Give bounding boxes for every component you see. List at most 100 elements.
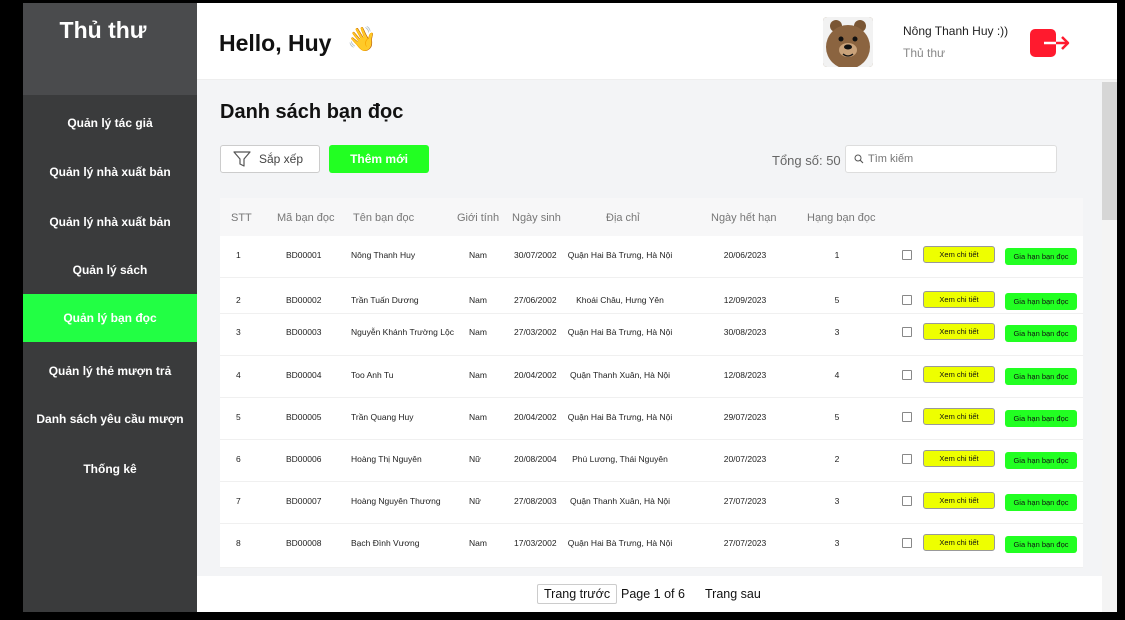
column-header-reader-name: Tên bạn đọc (353, 212, 415, 224)
renew-reader-button[interactable]: Gia hạn bạn đọc (1005, 293, 1077, 310)
wave-icon: 👋 (347, 26, 377, 53)
page-scrollbar[interactable] (1102, 80, 1117, 612)
cell-rank: 3 (834, 496, 840, 506)
column-header-birthdate: Ngày sinh (512, 212, 561, 224)
row-checkbox[interactable] (902, 496, 912, 506)
table-row: 2 BD00002 Trần Tuấn Dương Nam 27/06/2002 Khoá… (220, 278, 1083, 314)
row-checkbox[interactable] (902, 327, 912, 337)
cell-rank: 5 (834, 295, 840, 305)
cell-address: Quận Hai Bà Trưng, Hà Nội (567, 538, 673, 548)
avatar[interactable] (823, 17, 873, 67)
sidebar-item-authors[interactable]: Quản lý tác giả (23, 99, 197, 147)
sidebar: Thủ thư Quản lý tác giả Quản lý nhà xuất… (23, 3, 197, 612)
app-window: Thủ thư Quản lý tác giả Quản lý nhà xuất… (23, 3, 1117, 612)
cell-reader-name: Bạch Đình Vương (351, 538, 420, 548)
cell-reader-id: BD00003 (286, 327, 322, 337)
cell-reader-id: BD00004 (286, 370, 322, 380)
cell-expiry: 20/06/2023 (723, 250, 767, 260)
cell-address: Khoái Châu, Hưng Yên (576, 295, 664, 305)
view-details-button[interactable]: Xem chi tiết (923, 534, 995, 551)
table-row: 8 BD00008 Bạch Đình Vương Nam 17/03/2002 Quận… (220, 524, 1083, 568)
renew-reader-button[interactable]: Gia hạn bạn đọc (1005, 248, 1077, 265)
cell-rank: 3 (834, 327, 840, 337)
sort-button-label: Sắp xếp (259, 152, 304, 166)
renew-reader-button[interactable]: Gia hạn bạn đọc (1005, 452, 1077, 469)
add-reader-button[interactable]: Thêm mới (329, 145, 429, 173)
logout-icon (1030, 29, 1070, 57)
cell-reader-name: Nguyễn Khánh Trường Lộc (351, 327, 454, 337)
cell-expiry: 29/07/2023 (723, 412, 767, 422)
sidebar-item-loan-cards[interactable]: Quản lý thẻ mượn trả (23, 347, 197, 395)
cell-stt: 1 (236, 250, 241, 260)
view-details-button[interactable]: Xem chi tiết (923, 246, 995, 263)
cell-address: Quận Thanh Xuân, Hà Nội (569, 496, 671, 506)
view-details-button[interactable]: Xem chi tiết (923, 291, 995, 308)
renew-reader-button[interactable]: Gia hạn bạn đọc (1005, 536, 1077, 553)
sidebar-item-publishers-2[interactable]: Quản lý nhà xuất bản (23, 198, 197, 246)
cell-gender: Nữ (469, 496, 481, 506)
page-title: Danh sách bạn đọc (220, 101, 404, 123)
row-checkbox[interactable] (902, 412, 912, 422)
user-name: Nông Thanh Huy :)) (903, 24, 1009, 38)
view-details-button[interactable]: Xem chi tiết (923, 323, 995, 340)
cell-stt: 6 (236, 454, 241, 464)
column-header-reader-id: Mã bạn đọc (277, 212, 335, 224)
table-header: STT Mã bạn đọc Tên bạn đọc Giới tính Ngà… (220, 198, 1083, 236)
cell-rank: 4 (834, 370, 840, 380)
sidebar-item-readers[interactable]: Quản lý bạn đọc (23, 294, 197, 342)
cell-gender: Nam (469, 250, 487, 260)
cell-gender: Nam (469, 295, 487, 305)
column-header-address: Địa chỉ (606, 212, 640, 224)
sidebar-item-publishers[interactable]: Quản lý nhà xuất bản (23, 148, 197, 196)
cell-gender: Nam (469, 538, 487, 548)
sidebar-item-borrow-requests[interactable]: Danh sách yêu cầu mượn (23, 395, 197, 443)
row-checkbox[interactable] (902, 454, 912, 464)
cell-gender: Nam (469, 327, 487, 337)
cell-stt: 3 (236, 327, 241, 337)
view-details-button[interactable]: Xem chi tiết (923, 366, 995, 383)
column-header-gender: Giới tính (457, 212, 500, 224)
column-header-expiry: Ngày hết hạn (711, 212, 777, 224)
row-checkbox[interactable] (902, 370, 912, 380)
cell-stt: 8 (236, 538, 241, 548)
logout-button[interactable] (1030, 28, 1072, 58)
row-checkbox[interactable] (902, 295, 912, 305)
cell-reader-name: Nông Thanh Huy (351, 250, 416, 260)
search-input[interactable] (868, 153, 1048, 165)
sort-button[interactable]: Sắp xếp (220, 145, 320, 173)
funnel-icon (233, 151, 251, 167)
next-page-button[interactable]: Trang sau (702, 584, 764, 604)
renew-reader-button[interactable]: Gia hạn bạn đọc (1005, 368, 1077, 385)
row-checkbox[interactable] (902, 538, 912, 548)
cell-rank: 1 (834, 250, 840, 260)
scrollbar-thumb[interactable] (1102, 82, 1117, 220)
greeting-text: Hello, Huy (219, 30, 332, 56)
cell-reader-name: Hoàng Nguyên Thương (351, 496, 441, 506)
view-details-button[interactable]: Xem chi tiết (923, 408, 995, 425)
renew-reader-button[interactable]: Gia hạn bạn đọc (1005, 410, 1077, 427)
column-header-stt: STT (231, 212, 252, 224)
cell-reader-id: BD00008 (286, 538, 322, 548)
row-checkbox[interactable] (902, 250, 912, 260)
prev-page-button[interactable]: Trang trước (537, 584, 618, 604)
cell-stt: 2 (236, 295, 241, 305)
cell-rank: 5 (834, 412, 840, 422)
cell-reader-id: BD00005 (286, 412, 322, 422)
cell-reader-name: Trần Quang Huy (351, 412, 414, 422)
renew-reader-button[interactable]: Gia hạn bạn đọc (1005, 494, 1077, 511)
sidebar-item-books[interactable]: Quản lý sách (23, 246, 197, 294)
cell-gender: Nam (469, 370, 487, 380)
search-box[interactable] (845, 145, 1057, 173)
cell-reader-id: BD00001 (286, 250, 322, 260)
brand-title: Thủ thư (59, 17, 147, 43)
cell-expiry: 12/08/2023 (723, 370, 767, 380)
cell-rank: 2 (834, 454, 840, 464)
view-details-button[interactable]: Xem chi tiết (923, 492, 995, 509)
cell-address: Quận Hai Bà Trưng, Hà Nội (567, 412, 673, 422)
sidebar-item-statistics[interactable]: Thống kê (23, 445, 197, 493)
renew-reader-button[interactable]: Gia hạn bạn đọc (1005, 325, 1077, 342)
table-row: 4 BD00004 Too Anh Tu Nam 20/04/2002 Quận Than… (220, 356, 1083, 398)
table-row: 7 BD00007 Hoàng Nguyên Thương Nữ 27/08/2003 Q… (220, 482, 1083, 524)
cell-expiry: 27/07/2023 (723, 538, 767, 548)
view-details-button[interactable]: Xem chi tiết (923, 450, 995, 467)
